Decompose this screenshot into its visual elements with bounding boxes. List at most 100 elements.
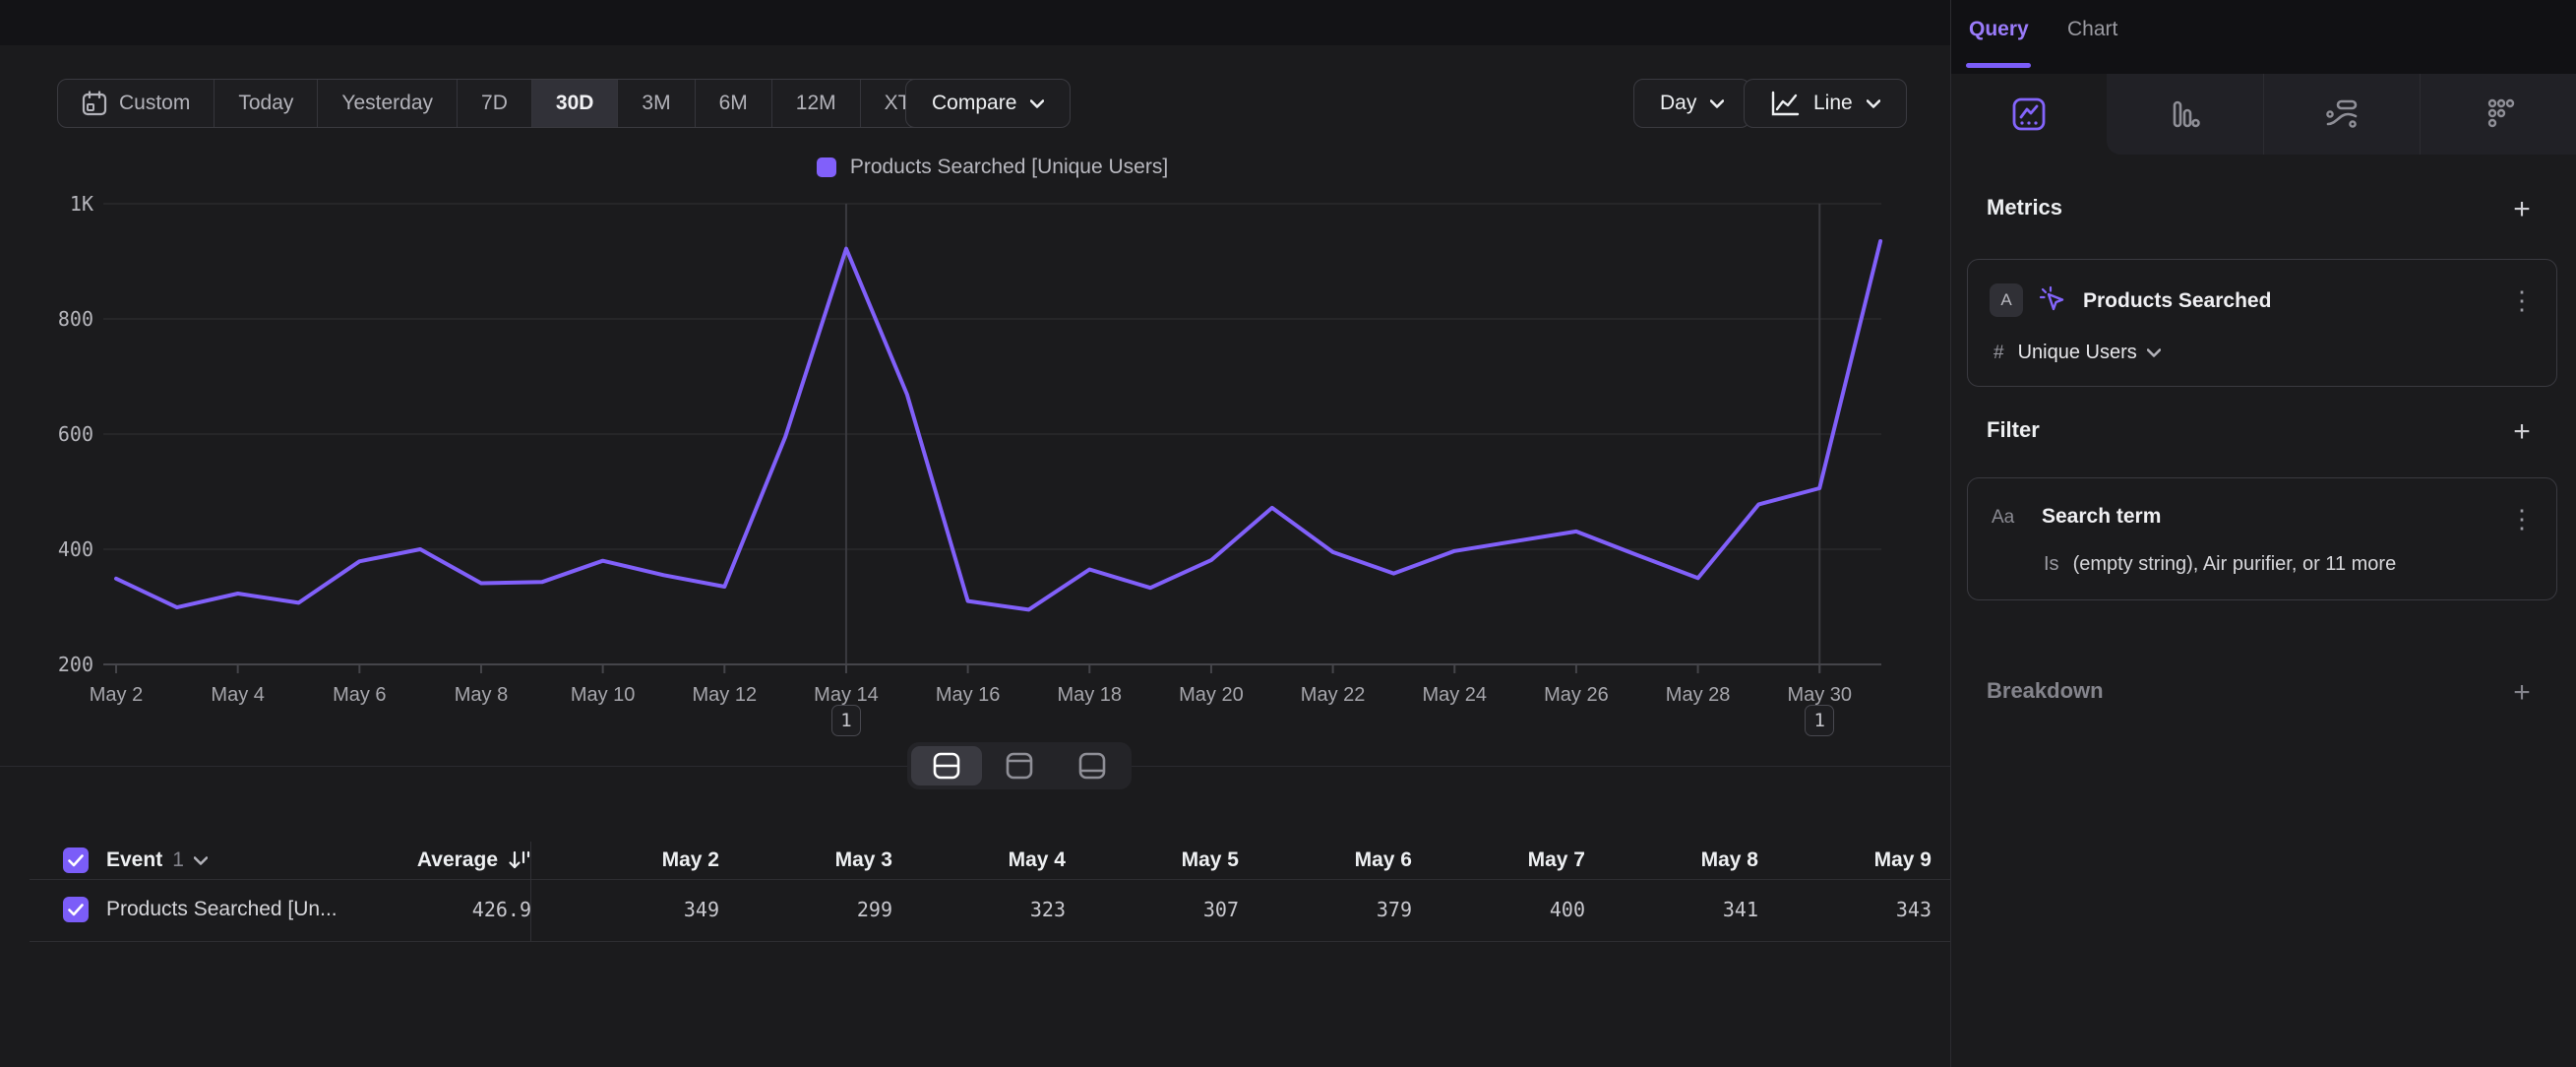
x-axis-tick-label: May 4 bbox=[211, 684, 264, 706]
date-column-header[interactable]: May 2 bbox=[554, 848, 727, 872]
metric-card[interactable]: A Products Searched ⋮ # Unique Users bbox=[1967, 259, 2557, 387]
table-column-separator bbox=[530, 842, 531, 941]
metric-menu-button[interactable]: ⋮ bbox=[2509, 287, 2535, 313]
table-header-row: Event 1 Average May 2May 3May 4May 5May … bbox=[0, 842, 1950, 879]
panel-tab-bar: Query Chart bbox=[1951, 0, 2576, 74]
check-icon bbox=[68, 904, 84, 916]
main-area: Custom Today Yesterday 7D 30D 3M 6M 12M … bbox=[0, 0, 1950, 1067]
table-row[interactable]: Products Searched [Un... 426.9 349299323… bbox=[0, 879, 1950, 940]
data-series-line[interactable] bbox=[116, 241, 1880, 609]
sort-descending-icon bbox=[508, 848, 531, 872]
filter-condition[interactable]: Is (empty string), Air purifier, or 11 m… bbox=[2044, 553, 2396, 576]
date-column-header[interactable]: May 8 bbox=[1593, 848, 1766, 872]
date-column-headers: May 2May 3May 4May 5May 6May 7May 8May 9 bbox=[554, 848, 1939, 872]
analytics-dashboard: Custom Today Yesterday 7D 30D 3M 6M 12M … bbox=[0, 0, 2576, 1067]
y-axis-tick-label: 400 bbox=[58, 537, 93, 561]
check-icon bbox=[68, 854, 84, 867]
event-header[interactable]: Event 1 bbox=[106, 848, 364, 872]
add-metric-button[interactable]: + bbox=[2507, 195, 2537, 224]
table-view-icon bbox=[1078, 752, 1106, 780]
filter-card[interactable]: Aa Search term ⋮ Is (empty string), Air … bbox=[1967, 477, 2557, 600]
tab-query[interactable]: Query bbox=[1969, 18, 2029, 41]
metrics-heading: Metrics bbox=[1987, 195, 2062, 220]
row-name: Products Searched [Un... bbox=[106, 898, 337, 921]
add-breakdown-button[interactable]: + bbox=[2507, 678, 2537, 708]
x-axis-tick-label: May 12 bbox=[693, 684, 758, 706]
row-checkbox[interactable] bbox=[63, 897, 89, 922]
retention-icon bbox=[2479, 94, 2518, 134]
query-panel: Query Chart Metrics + A Products Searche… bbox=[1951, 0, 2576, 1067]
cell-value: 343 bbox=[1766, 898, 1939, 921]
x-axis-tick-label: May 2 bbox=[90, 684, 143, 706]
date-column-header[interactable]: May 9 bbox=[1766, 848, 1939, 872]
funnels-icon bbox=[2165, 94, 2204, 134]
y-axis-tick-label: 800 bbox=[58, 307, 93, 331]
x-axis-tick-label: May 20 bbox=[1179, 684, 1244, 706]
aggregation-symbol: # bbox=[1993, 343, 2004, 364]
insights-tab[interactable] bbox=[1951, 74, 2107, 155]
metric-aggregation: # Unique Users bbox=[1993, 342, 2161, 364]
x-axis-tick-label: May 26 bbox=[1544, 684, 1609, 706]
x-axis-tick-label: May 18 bbox=[1057, 684, 1122, 706]
tab-chart[interactable]: Chart bbox=[2067, 18, 2117, 41]
add-filter-button[interactable]: + bbox=[2507, 417, 2537, 447]
insights-icon bbox=[2009, 94, 2049, 134]
average-header[interactable]: Average bbox=[364, 848, 531, 872]
filter-menu-button[interactable]: ⋮ bbox=[2509, 506, 2535, 532]
aggregation-selector[interactable]: Unique Users bbox=[2018, 342, 2161, 364]
filter-property-name: Search term bbox=[2042, 505, 2161, 529]
filter-heading: Filter bbox=[1987, 417, 2040, 443]
event-icon bbox=[2039, 285, 2068, 315]
breakdown-table: Event 1 Average May 2May 3May 4May 5May … bbox=[0, 842, 1950, 940]
cell-value: 323 bbox=[900, 898, 1073, 921]
chevron-down-icon bbox=[2147, 348, 2161, 357]
date-column-header[interactable]: May 4 bbox=[900, 848, 1073, 872]
metric-event-name: Products Searched bbox=[2083, 289, 2271, 313]
y-axis-tick-label: 600 bbox=[58, 422, 93, 446]
row-average: 426.9 bbox=[472, 898, 531, 921]
cell-value: 341 bbox=[1593, 898, 1766, 921]
select-all-checkbox[interactable] bbox=[63, 847, 89, 873]
x-axis-tick-label: May 28 bbox=[1666, 684, 1731, 706]
flows-tab[interactable] bbox=[2263, 74, 2420, 155]
table-divider bbox=[30, 941, 1950, 942]
x-axis-tick-label: May 30 bbox=[1787, 684, 1852, 706]
cell-value: 379 bbox=[1247, 898, 1420, 921]
x-axis-tick-label: May 8 bbox=[455, 684, 508, 706]
layout-split-view-button[interactable] bbox=[911, 746, 982, 785]
date-column-header[interactable]: May 7 bbox=[1420, 848, 1593, 872]
active-tab-underline bbox=[1966, 63, 2031, 68]
cell-value: 307 bbox=[1073, 898, 1247, 921]
table-view-button[interactable] bbox=[1057, 746, 1128, 785]
metric-letter-badge: A bbox=[1990, 283, 2023, 317]
text-property-icon: Aa bbox=[1992, 507, 2014, 529]
chevron-down-icon bbox=[194, 856, 208, 865]
chart-view-icon bbox=[1006, 752, 1033, 780]
cell-value: 400 bbox=[1420, 898, 1593, 921]
split-view-icon bbox=[933, 752, 960, 780]
line-chart[interactable]: 1K 800 600 400 200 May 2 May 4 May 6 May 8 May 10… bbox=[0, 0, 1950, 768]
report-type-strip bbox=[1951, 74, 2576, 155]
filter-operator: Is bbox=[2044, 553, 2059, 576]
x-axis-tick-label: May 10 bbox=[571, 684, 636, 706]
cell-value: 299 bbox=[727, 898, 900, 921]
date-column-header[interactable]: May 6 bbox=[1247, 848, 1420, 872]
x-axis-tick-label: May 16 bbox=[936, 684, 1001, 706]
flows-icon bbox=[2322, 94, 2361, 134]
breakdown-heading: Breakdown bbox=[1987, 678, 2104, 704]
y-axis-tick-label: 200 bbox=[58, 653, 93, 676]
filter-value: (empty string), Air purifier, or 11 more bbox=[2073, 553, 2397, 576]
funnels-tab[interactable] bbox=[2107, 74, 2262, 155]
row-values: 349299323307379400341343 bbox=[554, 898, 1939, 921]
x-axis-tick-label: May 6 bbox=[333, 684, 386, 706]
date-column-header[interactable]: May 5 bbox=[1073, 848, 1247, 872]
annotation-badge[interactable]: 1 bbox=[1805, 705, 1834, 736]
y-axis-tick-label: 1K bbox=[70, 192, 93, 216]
retention-tab[interactable] bbox=[2420, 74, 2576, 155]
date-column-header[interactable]: May 3 bbox=[727, 848, 900, 872]
layout-chart-view-button[interactable] bbox=[984, 746, 1055, 785]
x-axis-tick-label: May 22 bbox=[1301, 684, 1366, 706]
x-axis-tick-label: May 14 bbox=[814, 684, 879, 706]
x-axis-tick-label: May 24 bbox=[1422, 684, 1487, 706]
annotation-badge[interactable]: 1 bbox=[831, 705, 861, 736]
